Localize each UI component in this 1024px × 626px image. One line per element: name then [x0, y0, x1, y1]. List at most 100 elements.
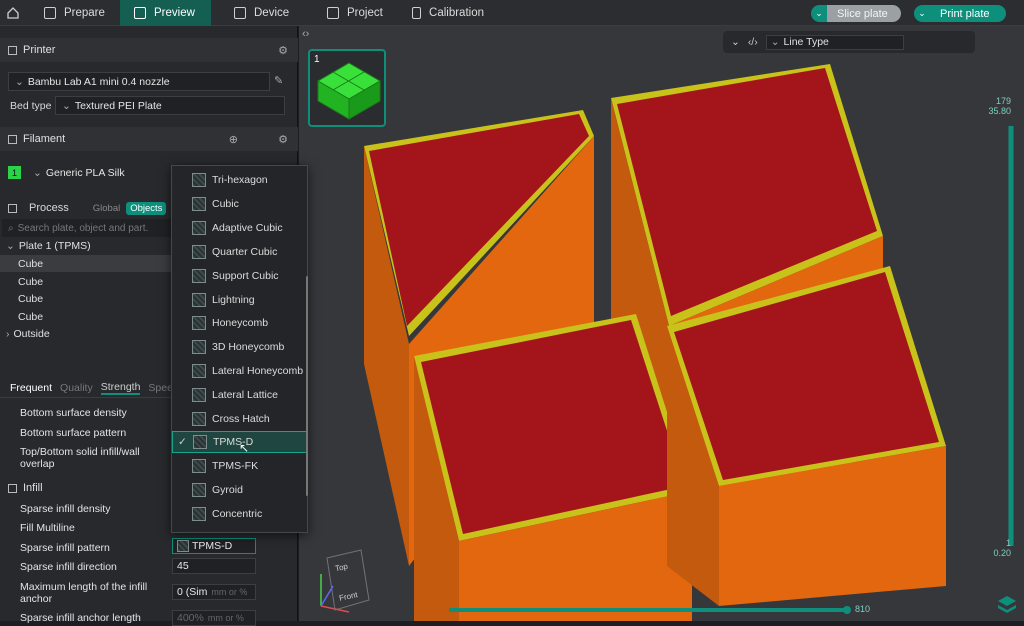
dropdown-option[interactable]: Cubic [172, 193, 307, 215]
max-anchor-input[interactable]: 0 (Sim mm or % [172, 584, 256, 600]
adaptive-cubic-icon [192, 221, 206, 235]
setting-label: Sparse infill density [20, 503, 111, 515]
lateral-lattice-icon [192, 388, 206, 402]
setting-label: Sparse infill direction [20, 561, 117, 573]
bed-type-label: Bed type [10, 100, 52, 112]
dropdown-scrollbar[interactable] [306, 276, 308, 496]
edit-icon[interactable]: ✎ [274, 74, 283, 87]
setting-label: Bottom surface pattern [20, 427, 127, 439]
tab-preview[interactable]: Preview [120, 0, 211, 26]
dropdown-option[interactable]: Quarter Cubic [172, 241, 307, 263]
dropdown-option[interactable]: Lightning [172, 289, 307, 311]
home-button[interactable] [0, 0, 26, 26]
chevron-right-icon: › [6, 327, 10, 340]
anchor-length-input[interactable]: 400% mm or % [172, 610, 256, 626]
calibration-icon [412, 7, 422, 19]
printer-section-header: Printer ⚙ [0, 38, 298, 62]
dropdown-option[interactable]: Concentric [172, 503, 307, 525]
setting-label: Bottom surface density [20, 407, 127, 419]
filament-section-header: Filament ⊕ ⚙ [0, 127, 298, 151]
add-filament-icon[interactable]: ⊕ [229, 133, 238, 146]
check-icon: ✓ [178, 436, 187, 448]
tab-strength[interactable]: Strength [100, 381, 141, 395]
collapse-sidebar-icon[interactable]: ‹› [302, 28, 309, 40]
code-icon[interactable]: ‹/› [748, 36, 758, 48]
setting-label: Fill Multiline [20, 522, 75, 534]
line-type-toolbar: ⌄ ‹/› ⌄ Line Type [723, 31, 975, 53]
quarter-cubic-icon [192, 245, 206, 259]
dropdown-option[interactable]: Cross Hatch [172, 408, 307, 430]
sparse-direction-input[interactable]: 45 [172, 558, 256, 574]
mouse-cursor-icon: ↖ [239, 441, 250, 455]
lateral-honeycomb-icon [192, 364, 206, 378]
setting-label: Top/Bottom solid infill/wall overlap [20, 446, 140, 470]
cube-front-right[interactable] [667, 266, 946, 606]
cube-front-left[interactable] [414, 314, 692, 621]
print-plate-button[interactable]: ⌄ Print plate [914, 5, 1006, 22]
tab-quality[interactable]: Quality [60, 382, 93, 394]
filament-slot-badge[interactable]: 1 [8, 166, 21, 179]
infill-icon [8, 483, 17, 493]
honeycomb-icon [192, 316, 206, 330]
filament-select[interactable]: ⌄ Generic PLA Silk [26, 163, 174, 182]
gyroid-icon [192, 483, 206, 497]
layer-bottom-readout: 1 0.20 [993, 538, 1011, 558]
setting-label: Sparse infill pattern [20, 542, 110, 554]
slice-plate-button[interactable]: ⌄ Slice plate [811, 5, 901, 22]
tri-hexagon-icon [192, 173, 206, 187]
dropdown-option[interactable]: Lateral Honeycomb [172, 360, 307, 382]
preview-icon [134, 7, 146, 19]
sparse-pattern-select[interactable]: TPMS-D [172, 538, 256, 554]
tab-prepare[interactable]: Prepare [30, 0, 120, 26]
infill-pattern-dropdown[interactable]: Tri-hexagon Cubic Adaptive Cubic Quarter… [171, 165, 308, 533]
chevron-down-icon: ⌄ [15, 75, 24, 88]
printer-icon [8, 45, 17, 55]
dropdown-option-selected[interactable]: ✓ TPMS-D ↖ [172, 431, 307, 455]
dropdown-option[interactable]: Adaptive Cubic [172, 217, 307, 239]
collapse-icon[interactable]: ⌄ [731, 36, 740, 48]
process-icon [8, 203, 17, 213]
tab-device[interactable]: Device [220, 0, 310, 26]
tab-calibration[interactable]: Calibration [398, 0, 498, 26]
tpms-d-icon [193, 435, 207, 449]
plate-preview-icon [317, 62, 381, 120]
3d-viewport[interactable]: 1 ‹› 179 35.80 1 0.20 810 Top Front [299, 26, 1024, 621]
settings-icon[interactable]: ⚙ [278, 44, 288, 57]
tab-speed[interactable]: Spee [148, 382, 173, 394]
dropdown-option[interactable]: Tri-hexagon [172, 169, 307, 191]
dropdown-option[interactable]: Support Cubic [172, 265, 307, 287]
dropdown-option[interactable]: Honeycomb [172, 312, 307, 334]
line-type-select[interactable]: ⌄ Line Type [765, 34, 904, 50]
dropdown-option[interactable]: Gyroid [172, 479, 307, 501]
chevron-down-icon[interactable]: ⌄ [914, 5, 930, 22]
filament-settings-icon[interactable]: ⚙ [278, 133, 288, 146]
bed-type-select[interactable]: ⌄ Textured PEI Plate [55, 96, 285, 115]
objects-toggle[interactable]: Objects [126, 201, 167, 215]
layer-top-readout: 179 35.80 [988, 96, 1011, 116]
tpms-fk-icon [192, 459, 206, 473]
concentric-icon [192, 507, 206, 521]
dropdown-option[interactable]: TPMS-FK [172, 455, 307, 477]
prepare-icon [44, 7, 56, 19]
top-toolbar: Prepare Preview Device Project Calibrati… [0, 0, 1024, 26]
search-icon: ⌕ [8, 222, 14, 234]
tab-project[interactable]: Project [313, 0, 403, 26]
chevron-down-icon: ⌄ [770, 36, 780, 48]
move-slider-handle[interactable] [843, 606, 851, 614]
plate-thumbnail[interactable]: 1 [308, 49, 386, 127]
move-readout: 810 [855, 604, 871, 614]
dropdown-option[interactable]: 3D Honeycomb [172, 336, 307, 358]
project-icon [327, 7, 339, 19]
global-toggle[interactable]: Global [93, 203, 120, 214]
chevron-down-icon: ⌄ [62, 99, 71, 112]
device-icon [234, 7, 246, 19]
setting-label: Maximum length of the infill anchor [20, 581, 148, 605]
printer-select[interactable]: ⌄ Bambu Lab A1 mini 0.4 nozzle [8, 72, 270, 91]
chevron-down-icon[interactable]: ⌄ [811, 5, 827, 22]
dropdown-option[interactable]: Lateral Lattice [172, 384, 307, 406]
filament-icon [8, 134, 17, 144]
cross-hatch-icon [192, 412, 206, 426]
tpms-d-icon [177, 540, 189, 552]
tab-frequent[interactable]: Frequent [10, 382, 52, 394]
layers-icon[interactable] [996, 594, 1018, 616]
